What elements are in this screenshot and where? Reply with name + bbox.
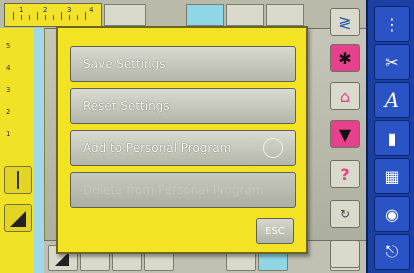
triangle-icon — [10, 211, 26, 227]
delete-personal-program-button: Delete from Personal Program — [70, 172, 296, 208]
stitch-ruler: 1 2 3 4 — [0, 0, 366, 29]
smiley-icon — [263, 138, 283, 158]
function-column: ≷ ✱ ⌂ ▼ ? ↻ — [326, 4, 360, 272]
delete-personal-program-label: Delete from Personal Program — [83, 183, 264, 197]
add-personal-program-label: Add to Personal Program — [83, 141, 232, 155]
needle-down-icon: ✱ — [338, 48, 352, 68]
ruler-label: 4 — [89, 6, 94, 14]
stitch-up-button[interactable]: ⌂ — [330, 82, 360, 110]
quilt-menu-button[interactable]: ▦ — [374, 158, 410, 194]
zigzag-icon: ≷ — [338, 12, 352, 32]
alphabet-icon: A — [384, 88, 400, 112]
stitch-tab[interactable] — [266, 4, 304, 26]
stitch-tab[interactable] — [104, 4, 146, 26]
reset-settings-label: Reset Settings — [83, 99, 170, 113]
stitch-width-ruler: 1 2 3 4 — [4, 3, 102, 27]
stitch-icon: ⋮ — [384, 14, 400, 34]
length-label: 5 — [6, 42, 11, 50]
setup-menu-button[interactable]: ⎋ — [374, 234, 410, 270]
length-label: 3 — [6, 86, 11, 94]
stitch-tab[interactable] — [226, 4, 264, 26]
memory-icon: ◉ — [385, 204, 399, 224]
stitch-up-icon: ⌂ — [339, 86, 351, 106]
utility-menu-button[interactable]: ✂ — [374, 44, 410, 80]
balance-button[interactable] — [4, 204, 32, 232]
settings-popup: Save Settings Reset Settings Add to Pers… — [56, 26, 308, 254]
memory-menu-button[interactable]: ◉ — [374, 196, 410, 232]
stitch-length-panel: 5 4 3 2 1 — [0, 28, 45, 273]
ruler-label: 3 — [67, 6, 72, 14]
length-label: 2 — [6, 108, 11, 116]
setup-icon: ⎋ — [385, 242, 399, 261]
save-settings-button[interactable]: Save Settings — [70, 46, 296, 82]
buttonhole-icon: ▮ — [387, 128, 397, 148]
clr-icon: ↻ — [339, 207, 351, 221]
zigzag-button[interactable]: ≷ — [330, 8, 360, 36]
needle-position-button[interactable] — [4, 166, 32, 194]
clear-button[interactable]: ↻ — [330, 200, 360, 228]
main-menu-panel: ⋮ ✂ A ▮ ▦ ◉ ⎋ — [366, 0, 414, 273]
length-label: 1 — [6, 130, 11, 138]
quilt-icon: ▦ — [384, 166, 400, 186]
arrow-down-icon: ▼ — [338, 124, 352, 144]
pattern-end-button[interactable]: ▼ — [330, 120, 360, 148]
needle-stop-button[interactable]: ✱ — [330, 44, 360, 72]
needle-thread-icon: ✂ — [385, 52, 399, 72]
stitches-menu-button[interactable]: ⋮ — [374, 6, 410, 42]
length-strip — [34, 28, 44, 273]
edit-button[interactable] — [330, 240, 360, 268]
ruler-label: 1 — [19, 6, 24, 14]
save-settings-label: Save Settings — [83, 57, 166, 71]
alphabet-menu-button[interactable]: A — [374, 82, 410, 118]
buttonhole-menu-button[interactable]: ▮ — [374, 120, 410, 156]
reset-settings-button[interactable]: Reset Settings — [70, 88, 296, 124]
ruler-label: 2 — [43, 6, 48, 14]
add-personal-program-button[interactable]: Add to Personal Program — [70, 130, 296, 166]
help-button[interactable]: ? — [330, 160, 360, 188]
active-stitch-tab[interactable] — [186, 4, 224, 26]
help-icon: ? — [340, 164, 350, 184]
machine-screen: 1 2 3 4 5 4 3 2 1 ≷ ✱ ⌂ ▼ ? ↻ ⋮ ✂ A ▮ ▦ … — [0, 0, 414, 273]
length-label: 4 — [6, 64, 11, 72]
needle-icon — [17, 171, 19, 189]
esc-button[interactable]: ESC — [256, 218, 294, 244]
